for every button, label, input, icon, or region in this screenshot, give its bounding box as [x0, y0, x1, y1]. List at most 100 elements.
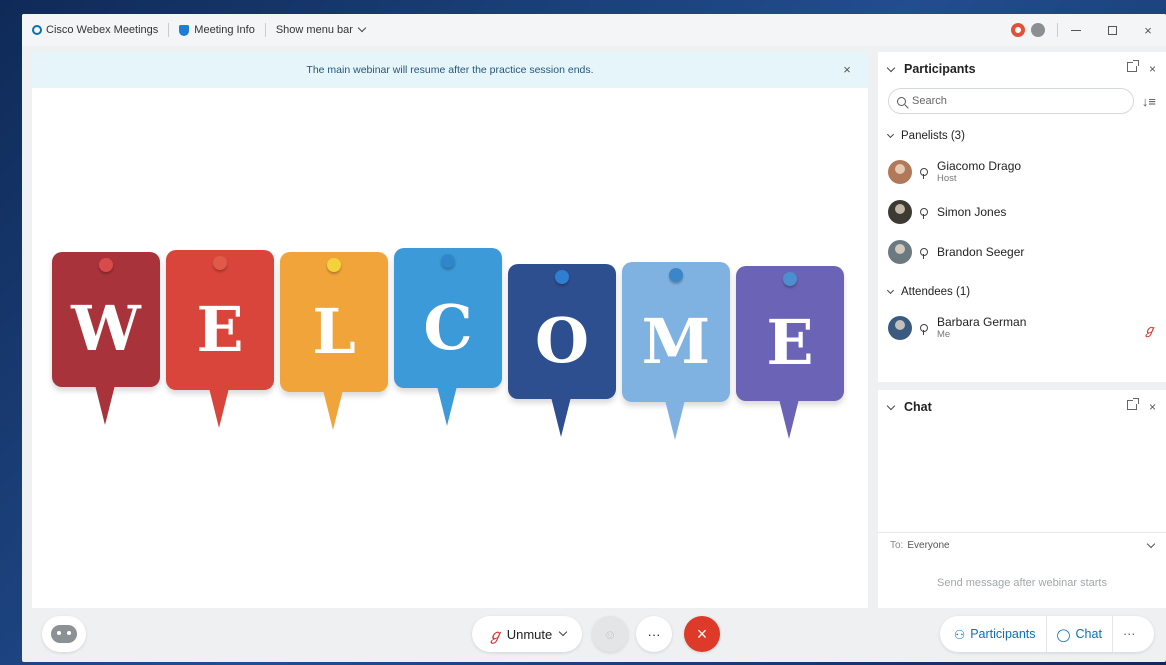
collapse-chevron-icon[interactable]: [886, 401, 896, 410]
chevron-down-icon: [1146, 539, 1156, 548]
audio-connection-icon: [920, 248, 928, 259]
pushpin-icon: [555, 270, 569, 284]
participants-title: Participants: [904, 62, 976, 76]
collapse-chevron-icon[interactable]: [886, 63, 896, 72]
minimize-button[interactable]: [1058, 14, 1094, 46]
welcome-note: E: [166, 250, 274, 428]
pushpin-icon: [327, 258, 341, 272]
maximize-button[interactable]: [1094, 14, 1130, 46]
close-icon: ×: [1144, 22, 1152, 38]
pushpin-icon: [213, 256, 227, 270]
welcome-letter: E: [196, 292, 244, 366]
chat-messages: [878, 424, 1166, 532]
show-menu-bar-label: Show menu bar: [275, 24, 353, 36]
attendees-list: Barbara German Me ℊ: [878, 308, 1166, 348]
participants-toggle-button[interactable]: ⚇ Participants: [944, 616, 1046, 652]
show-menu-bar-button[interactable]: Show menu bar: [266, 14, 375, 46]
avatar: [888, 240, 912, 264]
participant-role: Host: [937, 173, 957, 184]
minimize-icon: [1071, 29, 1081, 31]
assistant-button[interactable]: [42, 616, 86, 652]
chat-toggle-label: Chat: [1075, 627, 1102, 641]
mic-muted-icon[interactable]: ℊ: [1143, 319, 1156, 338]
meeting-info-button[interactable]: Meeting Info: [169, 14, 265, 46]
chevron-down-icon: [357, 23, 367, 33]
welcome-letter: E: [766, 306, 814, 379]
control-bar: ℊ Unmute ☺ ··· × ⚇ Participants ◯ Chat ·…: [22, 610, 1166, 662]
robot-assistant-icon: [51, 625, 77, 643]
panel-toggle-group: ⚇ Participants ◯ Chat ···: [940, 616, 1154, 652]
overflow-button[interactable]: ···: [1113, 616, 1146, 652]
more-options-button[interactable]: ···: [636, 616, 672, 652]
webex-window: Cisco Webex Meetings Meeting Info Show m…: [22, 14, 1166, 662]
welcome-letter: L: [312, 294, 356, 368]
chat-input-placeholder: Send message after webinar starts: [937, 577, 1107, 589]
unmute-button[interactable]: ℊ Unmute: [472, 616, 582, 652]
leave-meeting-button[interactable]: ×: [684, 616, 720, 652]
search-icon: [897, 96, 906, 106]
attendees-group-header[interactable]: Attendees (1): [878, 276, 1166, 308]
app-name-menu[interactable]: Cisco Webex Meetings: [22, 14, 168, 46]
panelists-group-header[interactable]: Panelists (3): [878, 120, 1166, 152]
close-icon: ×: [696, 623, 708, 644]
chat-input[interactable]: Send message after webinar starts: [878, 558, 1166, 608]
pushpin-icon: [669, 268, 683, 282]
shield-icon: [179, 24, 190, 36]
practice-session-banner: The main webinar will resume after the p…: [32, 52, 868, 88]
search-placeholder: Search: [912, 95, 947, 107]
audio-connection-icon: [920, 324, 928, 335]
participant-name: Barbara German: [937, 315, 1027, 329]
chat-recipient-select[interactable]: To: Everyone: [878, 532, 1166, 558]
welcome-note: C: [394, 248, 502, 426]
do-not-disturb-icon[interactable]: [1031, 23, 1045, 37]
pushpin-icon: [99, 258, 113, 272]
chat-title: Chat: [904, 400, 932, 414]
audio-connection-icon: [920, 208, 928, 219]
participant-name: Giacomo Drago: [937, 159, 1022, 173]
welcome-image: WELCOME: [52, 242, 852, 442]
pushpin-icon: [783, 272, 797, 286]
maximize-icon: [1107, 25, 1117, 35]
popout-icon[interactable]: [1126, 398, 1139, 410]
participant-row[interactable]: Brandon Seeger: [878, 232, 1166, 272]
recording-icon[interactable]: [1011, 23, 1025, 37]
participant-row[interactable]: Giacomo Drago Host: [878, 152, 1166, 192]
chat-toggle-button[interactable]: ◯ Chat: [1047, 616, 1112, 652]
avatar: [888, 316, 912, 340]
close-panel-icon[interactable]: ×: [1149, 62, 1156, 76]
popout-icon[interactable]: [1126, 60, 1139, 72]
chat-header: Chat ×: [878, 390, 1166, 424]
welcome-letter: O: [534, 304, 589, 377]
to-value: Everyone: [907, 540, 950, 551]
close-window-button[interactable]: ×: [1130, 14, 1166, 46]
unmute-label: Unmute: [506, 626, 553, 642]
welcome-note: W: [52, 252, 160, 425]
title-bar: Cisco Webex Meetings Meeting Info Show m…: [22, 14, 1166, 46]
participant-row[interactable]: Simon Jones: [878, 192, 1166, 232]
webex-logo-icon: [32, 25, 42, 35]
chat-panel: Chat × To: Everyone Send message after w…: [878, 390, 1166, 608]
chevron-down-icon: [559, 627, 568, 637]
video-stage: The main webinar will resume after the p…: [32, 52, 868, 608]
collapse-chevron-icon: [886, 286, 895, 295]
participants-panel: Participants × Search ↓≡ Panelists (3) G…: [878, 52, 1166, 382]
panelists-header: Panelists (3): [901, 130, 965, 142]
participant-search-input[interactable]: Search: [888, 88, 1134, 114]
to-label: To:: [890, 540, 904, 551]
participants-toggle-label: Participants: [970, 627, 1036, 641]
more-icon: ···: [1122, 627, 1136, 641]
reactions-button[interactable]: ☺: [592, 616, 628, 652]
audio-connection-icon: [920, 168, 928, 179]
smiley-icon: ☺: [603, 626, 617, 642]
welcome-letter: M: [641, 304, 711, 378]
collapse-chevron-icon: [886, 130, 895, 139]
meeting-info-label: Meeting Info: [194, 24, 255, 36]
welcome-note: O: [508, 264, 616, 437]
person-icon: ⚇: [954, 627, 966, 642]
participant-row[interactable]: Barbara German Me ℊ: [878, 308, 1166, 348]
welcome-note: E: [736, 266, 844, 439]
banner-close-icon[interactable]: ×: [840, 62, 854, 77]
close-panel-icon[interactable]: ×: [1149, 400, 1156, 414]
more-icon: ···: [647, 626, 661, 642]
sort-icon[interactable]: ↓≡: [1142, 94, 1156, 109]
